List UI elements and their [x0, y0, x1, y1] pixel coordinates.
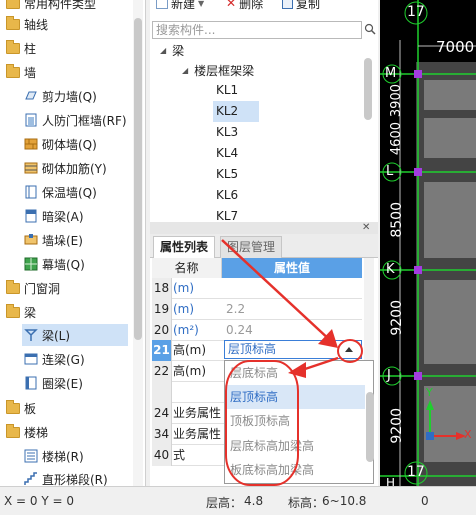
elevation-label: 标高：: [288, 496, 325, 510]
annotation-arrow-line: [221, 239, 333, 343]
status-bar: X = 0 Y = 0 层高： 4.8 标高： 6~10.8 0: [0, 486, 476, 515]
floor-height-label: 层高：: [206, 496, 243, 510]
floor-height-value: 4.8: [244, 494, 264, 508]
annotation-highlight-oval: [225, 360, 299, 486]
status-extra-value: 0: [421, 494, 429, 508]
annotation-overlay: [221, 239, 363, 486]
elevation-value: 6~10.8: [322, 494, 367, 508]
annotation-arrow-line: [301, 356, 339, 372]
annotation-circle-arrow: [337, 339, 363, 363]
cursor-coordinates: X = 0 Y = 0: [4, 494, 75, 508]
